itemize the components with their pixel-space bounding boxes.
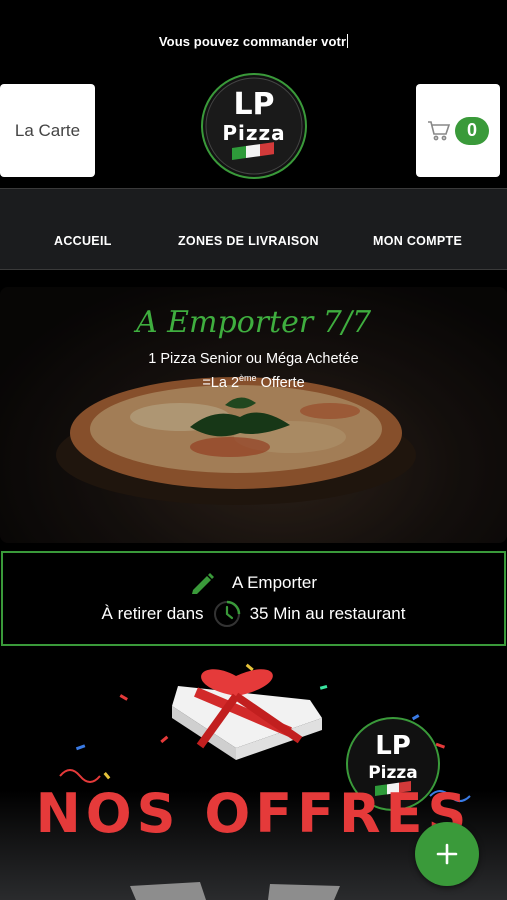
order-mode-label: A Emporter — [231, 573, 318, 592]
cart-button[interactable]: 0 — [416, 84, 500, 177]
nav-item-zones-de-livraison[interactable]: ZONES DE LIVRAISON — [178, 234, 319, 248]
pickup-suffix: 35 Min au restaurant — [249, 604, 406, 623]
banner-title: A Emporter 7/7 — [135, 305, 372, 340]
promo-banner[interactable]: A Emporter 7/7 1 Pizza Senior ou Méga Ac… — [0, 287, 507, 543]
logo-text-top: LP — [233, 87, 274, 122]
order-mode-row: A Emporter — [3, 571, 504, 595]
announcement-ticker: Vous pouvez commander votr — [0, 34, 507, 49]
cart-count-badge: 0 — [455, 116, 489, 145]
main-navigation: ACCUEIL ZONES DE LIVRAISON MON COMPTE — [0, 188, 507, 270]
logo-text-bottom: Pizza — [222, 121, 285, 145]
banner-offer-line-2: =La 2ème Offerte — [0, 373, 507, 391]
plus-icon — [436, 843, 458, 865]
banner-offer-line-1: 1 Pizza Senior ou Méga Achetée — [148, 351, 359, 367]
ticker-text: Vous pouvez commander votr — [158, 34, 347, 49]
clock-icon — [213, 600, 240, 627]
banner-line2-prefix: =La 2 — [202, 374, 240, 391]
pickup-prefix: À retirer dans — [101, 604, 204, 623]
lp-pizza-logo[interactable]: LP Pizza — [196, 72, 313, 180]
pickup-time-row: À retirer dans 35 Min au restaurant — [3, 599, 504, 629]
banner-line2-suffix: Offerte — [256, 374, 305, 391]
menu-button-label: La Carte — [14, 120, 81, 140]
nav-item-accueil[interactable]: ACCUEIL — [54, 234, 112, 248]
cart-icon — [428, 120, 451, 140]
order-mode-panel[interactable]: A Emporter À retirer dans 35 Min au rest… — [1, 551, 506, 646]
add-fab-button[interactable] — [415, 822, 479, 886]
offers-logo-text-bottom: Pizza — [368, 763, 418, 783]
menu-button[interactable]: La Carte — [0, 84, 95, 177]
nav-item-mon-compte[interactable]: MON COMPTE — [373, 234, 462, 248]
ticker-caret — [347, 34, 349, 48]
banner-line2-sup: ème — [239, 373, 257, 383]
pencil-icon[interactable] — [190, 571, 216, 595]
offers-logo-text-top: LP — [375, 731, 411, 761]
